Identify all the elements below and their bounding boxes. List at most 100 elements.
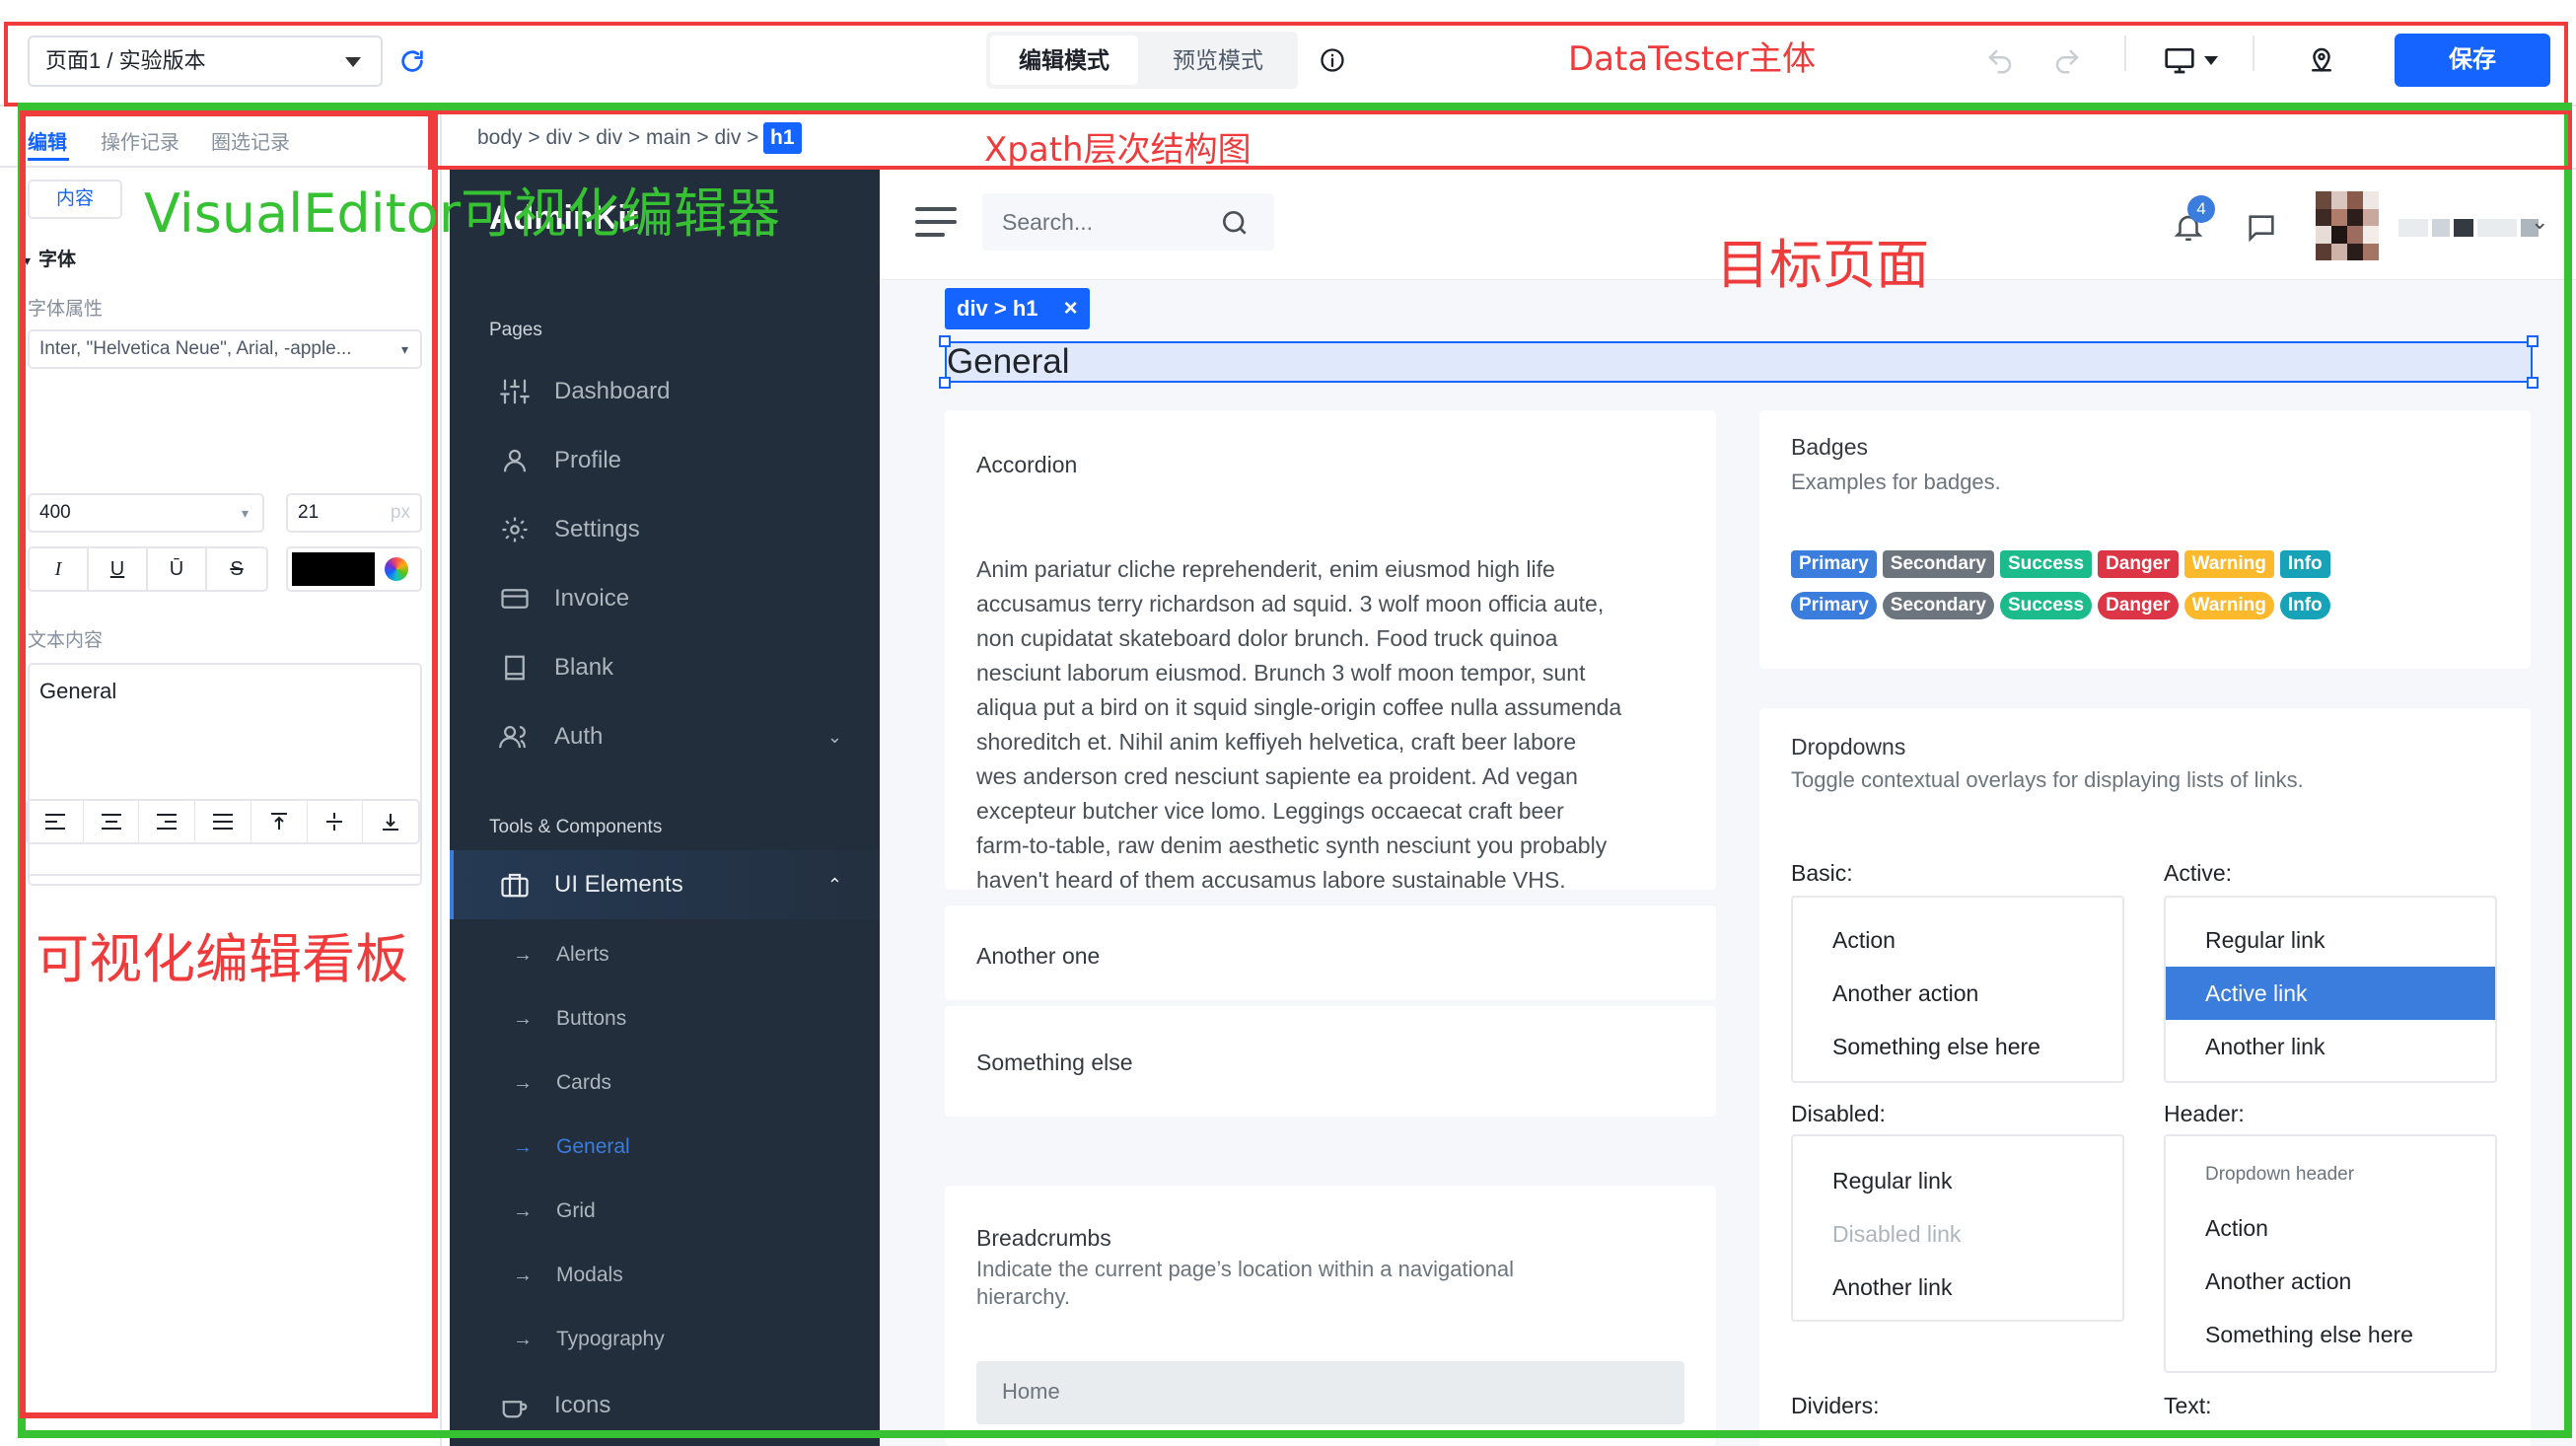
redo-icon[interactable]	[2049, 43, 2085, 79]
save-button[interactable]: 保存	[2395, 34, 2550, 87]
chevron-down-icon[interactable]: ⌄	[2531, 209, 2548, 235]
tab-operation-log[interactable]: 操作记录	[101, 126, 179, 155]
badge-pill-primary: Primary	[1791, 592, 1877, 619]
xpath-breadcrumb: body > div > div > main > div > h1	[442, 107, 2576, 170]
dropdown-item[interactable]: Something else here	[2166, 1308, 2495, 1361]
strikethrough-button[interactable]: S	[207, 548, 266, 590]
briefcase-icon	[495, 865, 535, 904]
resize-handle[interactable]	[2527, 335, 2539, 347]
dropdown-item-active[interactable]: Active link	[2166, 967, 2495, 1020]
accordion-line: aliqua put a bird on it squid single-ori…	[976, 694, 1622, 720]
user-name-blurred[interactable]	[2398, 219, 2539, 237]
sidebar-subitem-label: Alerts	[556, 943, 609, 966]
sidebar-item-label: Auth	[554, 723, 604, 750]
italic-button[interactable]: I	[30, 548, 89, 590]
breadcrumb-home[interactable]: Home	[1002, 1379, 1060, 1405]
sidebar-subitem-label: Cards	[556, 1071, 612, 1094]
align-center-icon[interactable]	[84, 801, 140, 842]
page-title[interactable]: General	[947, 343, 1070, 381]
xpath-path[interactable]: body > div > div > main > div >	[477, 126, 758, 150]
dropdown-item[interactable]: Regular link	[2166, 913, 2495, 967]
overline-button[interactable]: Ū	[148, 548, 207, 590]
tab-edit[interactable]: 编辑	[28, 126, 67, 155]
tab-selection-log[interactable]: 圈选记录	[211, 126, 290, 155]
align-right-icon[interactable]	[139, 801, 196, 842]
edit-mode-button[interactable]: 编辑模式	[990, 36, 1138, 85]
accordion-item[interactable]: Something else	[945, 1006, 1716, 1117]
sidebar-item-blank[interactable]: Blank	[450, 633, 880, 702]
preview-mode-button[interactable]: 预览模式	[1144, 36, 1292, 85]
content-tab-button[interactable]: 内容	[28, 180, 122, 219]
font-family-value: Inter, "Helvetica Neue", Arial, -apple..…	[39, 338, 352, 359]
sidebar-subitem-alerts[interactable]: → Alerts	[450, 923, 880, 986]
sidebar-subitem-modals[interactable]: → Modals	[450, 1244, 880, 1307]
dropdown-item[interactable]: Another action	[1793, 967, 2122, 1020]
notification-badge: 4	[2187, 195, 2215, 223]
dropdown-header-label: Header:	[2164, 1101, 2245, 1126]
resize-handle[interactable]	[2527, 377, 2539, 389]
selected-element-outline[interactable]: General	[945, 341, 2533, 383]
undo-icon[interactable]	[1982, 43, 2018, 79]
valign-middle-icon[interactable]	[308, 801, 364, 842]
arrow-right-icon: →	[513, 1328, 533, 1350]
sidebar-subitem-typography[interactable]: → Typography	[450, 1308, 880, 1371]
font-section-toggle[interactable]: ▾ 字体	[24, 245, 76, 271]
dropdown-item[interactable]: Another action	[2166, 1255, 2495, 1308]
users-icon	[495, 717, 535, 757]
dropdown-item[interactable]: Something else here	[1793, 1020, 2122, 1073]
sidebar-item-auth[interactable]: Auth ⌄	[450, 702, 880, 771]
resize-handle[interactable]	[939, 377, 951, 389]
brand-logo[interactable]: AdminKit	[489, 199, 638, 238]
refresh-icon[interactable]	[394, 43, 430, 79]
dropdown-item[interactable]: Another link	[1793, 1261, 2122, 1314]
chevron-down-icon	[345, 57, 361, 67]
device-select[interactable]	[2158, 41, 2223, 79]
align-justify-icon[interactable]	[195, 801, 251, 842]
sidebar-item-profile[interactable]: Profile	[450, 426, 880, 495]
sidebar-item-icons[interactable]: Icons	[450, 1371, 880, 1440]
search-input[interactable]: Search...	[982, 193, 1274, 251]
sidebar-item-label: Profile	[554, 447, 622, 473]
dropdown-text-label: Text:	[2164, 1393, 2212, 1418]
sidebar-subitem-buttons[interactable]: → Buttons	[450, 987, 880, 1050]
valign-bottom-icon[interactable]	[363, 801, 418, 842]
resize-handle[interactable]	[939, 335, 951, 347]
dropdown-item[interactable]: Regular link	[1793, 1154, 2122, 1207]
sidebar-subitem-cards[interactable]: → Cards	[450, 1051, 880, 1115]
text-color-picker[interactable]	[286, 546, 422, 592]
sidebar-subitem-label: Buttons	[556, 1007, 627, 1030]
font-weight-select[interactable]: 400 ▾	[28, 493, 264, 533]
sidebar-subitem-grid[interactable]: → Grid	[450, 1180, 880, 1243]
sidebar-item-label: Icons	[554, 1392, 611, 1418]
sidebar-subitem-label: Grid	[556, 1199, 596, 1222]
location-pin-icon[interactable]	[2302, 39, 2341, 79]
chevron-down-icon: ▾	[241, 505, 249, 521]
font-family-select[interactable]: Inter, "Helvetica Neue", Arial, -apple..…	[28, 329, 422, 369]
sidebar-item-dashboard[interactable]: Dashboard	[450, 357, 880, 426]
message-icon[interactable]	[2245, 211, 2278, 250]
sidebar-item-invoice[interactable]: Invoice	[450, 564, 880, 633]
dropdown-item[interactable]: Another link	[2166, 1020, 2495, 1073]
color-wheel-icon[interactable]	[385, 557, 408, 581]
valign-top-icon[interactable]	[251, 801, 308, 842]
font-size-input[interactable]: 21 px	[286, 493, 422, 533]
text-content-input[interactable]: General	[28, 663, 422, 886]
breadcrumb: Home	[976, 1361, 1684, 1424]
sidebar-subitem-general[interactable]: → General	[450, 1116, 880, 1179]
underline-button[interactable]: U	[89, 548, 148, 590]
close-icon[interactable]: ×	[1064, 295, 1078, 322]
avatar[interactable]	[2316, 191, 2379, 260]
info-icon[interactable]	[1316, 43, 1349, 77]
sidebar-item-settings[interactable]: Settings	[450, 495, 880, 564]
hamburger-icon[interactable]	[915, 205, 957, 239]
dropdown-item[interactable]: Action	[1793, 913, 2122, 967]
page-version-select[interactable]: 页面1 / 实验版本	[28, 36, 383, 87]
accordion-item[interactable]: Another one	[945, 905, 1716, 1000]
sidebar-item-ui-elements[interactable]: UI Elements ⌃	[450, 850, 880, 919]
xpath-current-node[interactable]: h1	[763, 122, 802, 154]
dropdown-disabled-menu: Regular link Disabled link Another link	[1791, 1134, 2124, 1322]
dropdown-item[interactable]: Action	[2166, 1201, 2495, 1255]
arrow-right-icon: →	[513, 1199, 533, 1222]
align-left-icon[interactable]	[28, 801, 84, 842]
search-icon[interactable]	[1219, 207, 1251, 244]
